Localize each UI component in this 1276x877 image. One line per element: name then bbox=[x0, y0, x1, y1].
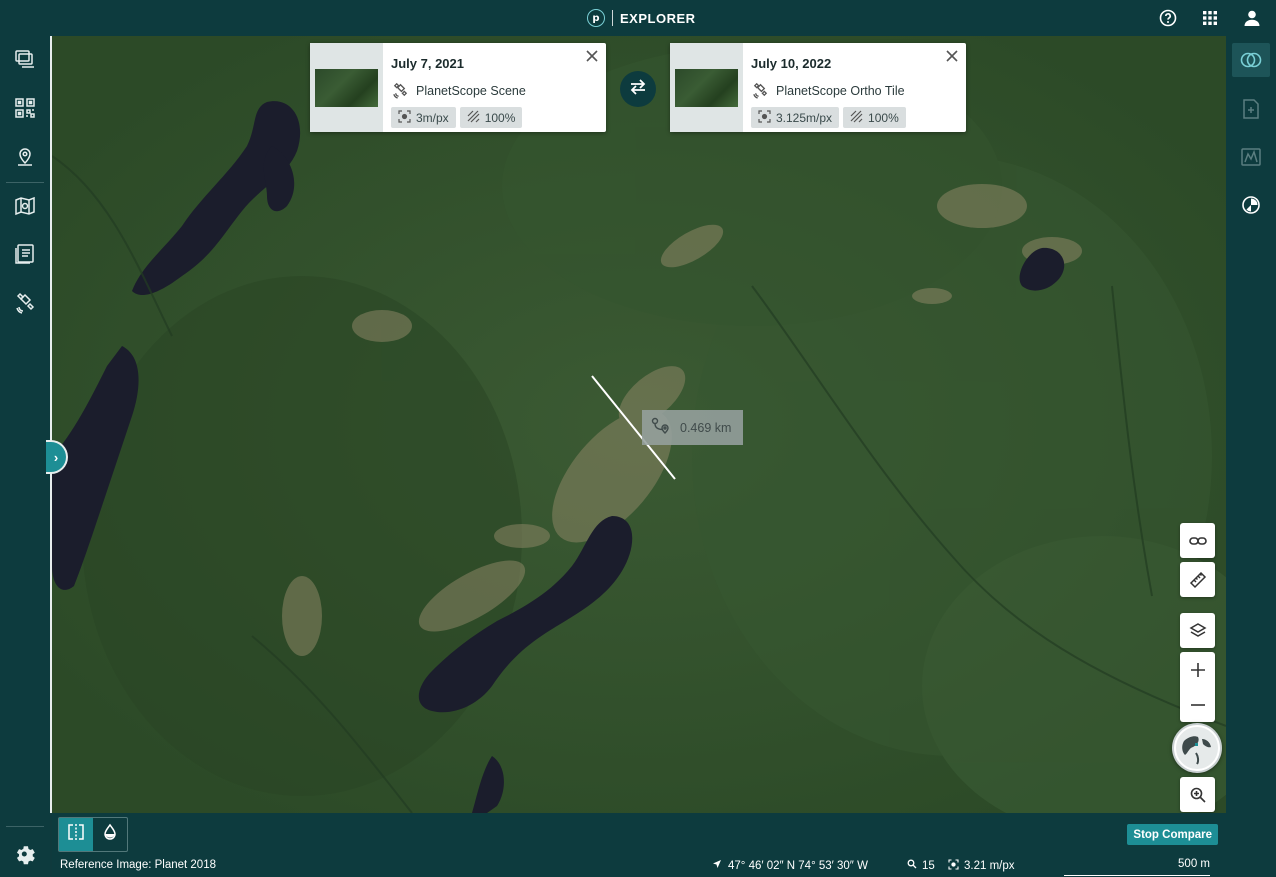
share-link-control[interactable] bbox=[1180, 523, 1215, 558]
coordinates-readout: 47° 46′ 02″ N 74° 53′ 30″ W bbox=[712, 859, 868, 872]
coverage-icon bbox=[850, 110, 863, 126]
left-scene-source: PlanetScope Scene bbox=[391, 80, 526, 102]
coverage-chip: 100% bbox=[459, 107, 523, 128]
resolution-icon bbox=[758, 109, 771, 126]
resolution-chip: 3.125m/px bbox=[751, 107, 840, 128]
magnifier-icon bbox=[907, 859, 917, 872]
coverage-chip: 100% bbox=[843, 107, 906, 128]
basemap-control[interactable] bbox=[1180, 613, 1215, 648]
rail-divider bbox=[6, 182, 44, 183]
brand[interactable]: p EXPLORER bbox=[587, 8, 696, 28]
coordinates-value: 47° 46′ 02″ N 74° 53′ 30″ W bbox=[728, 859, 868, 872]
split-view-icon bbox=[66, 822, 86, 847]
reference-image-label: Reference Image: Planet 2018 bbox=[60, 859, 216, 871]
resolution-value: 3.125m/px bbox=[776, 110, 833, 125]
resolution-icon bbox=[398, 109, 411, 126]
swap-images-button[interactable] bbox=[620, 71, 656, 107]
left-scene-thumbnail bbox=[310, 43, 383, 132]
coverage-value: 100% bbox=[484, 110, 516, 125]
catalog-icon[interactable] bbox=[13, 242, 37, 266]
brand-divider bbox=[612, 10, 613, 26]
qr-grid-icon[interactable] bbox=[13, 96, 37, 120]
account-icon[interactable] bbox=[1242, 8, 1262, 28]
zoom-control[interactable] bbox=[1180, 652, 1215, 722]
zoom-area-control[interactable] bbox=[1180, 777, 1215, 812]
left-scene-card[interactable]: July 7, 2021 PlanetScope Scene 3m/px 100… bbox=[310, 43, 606, 132]
terrain-icon[interactable] bbox=[1239, 145, 1263, 169]
layers-panel-icon[interactable] bbox=[13, 47, 37, 71]
status-bar: Reference Image: Planet 2018 47° 46′ 02″… bbox=[52, 856, 1226, 877]
navigation-arrow-icon bbox=[712, 859, 722, 872]
zoom-level-value: 15 bbox=[922, 859, 935, 872]
location-pin-icon[interactable] bbox=[13, 145, 37, 169]
layers-icon[interactable] bbox=[1180, 613, 1215, 648]
right-scene-source: PlanetScope Ortho Tile bbox=[751, 80, 905, 102]
coverage-value: 100% bbox=[868, 110, 899, 125]
resolution-icon bbox=[948, 859, 959, 873]
add-image-icon[interactable] bbox=[1239, 97, 1263, 121]
right-sidebar bbox=[1226, 36, 1276, 877]
help-icon[interactable] bbox=[1158, 8, 1178, 28]
right-scene-thumbnail bbox=[670, 43, 743, 132]
compare-toolbar: Stop Compare bbox=[52, 813, 1226, 856]
scale-bar: 500 m bbox=[1064, 858, 1210, 876]
measurement-label[interactable]: 0.469 km bbox=[642, 410, 743, 445]
resolution-readout: 3.21 m/px bbox=[948, 859, 1015, 873]
stop-compare-button[interactable]: Stop Compare bbox=[1127, 824, 1218, 845]
swap-icon bbox=[628, 77, 648, 102]
settings-icon[interactable] bbox=[13, 842, 37, 866]
zoom-out-icon[interactable] bbox=[1180, 687, 1215, 722]
left-scene-source-label: PlanetScope Scene bbox=[416, 84, 526, 98]
planet-logo-icon: p bbox=[587, 9, 605, 27]
measurement-distance: 0.469 km bbox=[680, 420, 732, 435]
compare-mode-group bbox=[58, 817, 128, 852]
compare-icon[interactable] bbox=[1239, 48, 1263, 72]
app-title: EXPLORER bbox=[620, 10, 696, 26]
timelapse-icon[interactable] bbox=[1239, 193, 1263, 217]
close-icon[interactable] bbox=[945, 49, 959, 63]
opacity-drop-icon bbox=[100, 822, 120, 847]
right-scene-card[interactable]: July 10, 2022 PlanetScope Ortho Tile 3.1… bbox=[670, 43, 966, 132]
coverage-icon bbox=[467, 110, 480, 126]
right-scene-date: July 10, 2022 bbox=[751, 56, 832, 71]
left-scene-date: July 7, 2021 bbox=[391, 56, 464, 71]
measure-control[interactable] bbox=[1180, 562, 1215, 597]
resolution-value: 3m/px bbox=[416, 110, 449, 125]
zoom-level-readout: 15 bbox=[907, 859, 935, 872]
top-bar: p EXPLORER bbox=[0, 0, 1276, 36]
resolution-chip: 3m/px bbox=[391, 107, 456, 128]
close-icon[interactable] bbox=[585, 49, 599, 63]
satellite-map[interactable] bbox=[52, 36, 1226, 813]
ruler-icon[interactable] bbox=[1180, 562, 1215, 597]
zoom-area-icon[interactable] bbox=[1180, 777, 1215, 812]
right-scene-source-label: PlanetScope Ortho Tile bbox=[776, 84, 905, 98]
rail-divider-bottom bbox=[6, 826, 44, 827]
apps-grid-icon[interactable] bbox=[1200, 8, 1220, 28]
map-search-icon[interactable] bbox=[13, 194, 37, 218]
swipe-mode-button[interactable] bbox=[59, 818, 93, 851]
satellite-icon bbox=[751, 80, 770, 102]
satellite-icon bbox=[391, 80, 410, 102]
globe-icon[interactable] bbox=[1172, 723, 1222, 773]
left-sidebar bbox=[0, 36, 50, 877]
zoom-in-icon[interactable] bbox=[1180, 652, 1215, 687]
resolution-value: 3.21 m/px bbox=[964, 860, 1015, 872]
opacity-mode-button[interactable] bbox=[93, 818, 127, 851]
link-icon[interactable] bbox=[1180, 523, 1215, 558]
satellite-icon[interactable] bbox=[13, 290, 37, 314]
measure-path-icon bbox=[650, 416, 670, 439]
